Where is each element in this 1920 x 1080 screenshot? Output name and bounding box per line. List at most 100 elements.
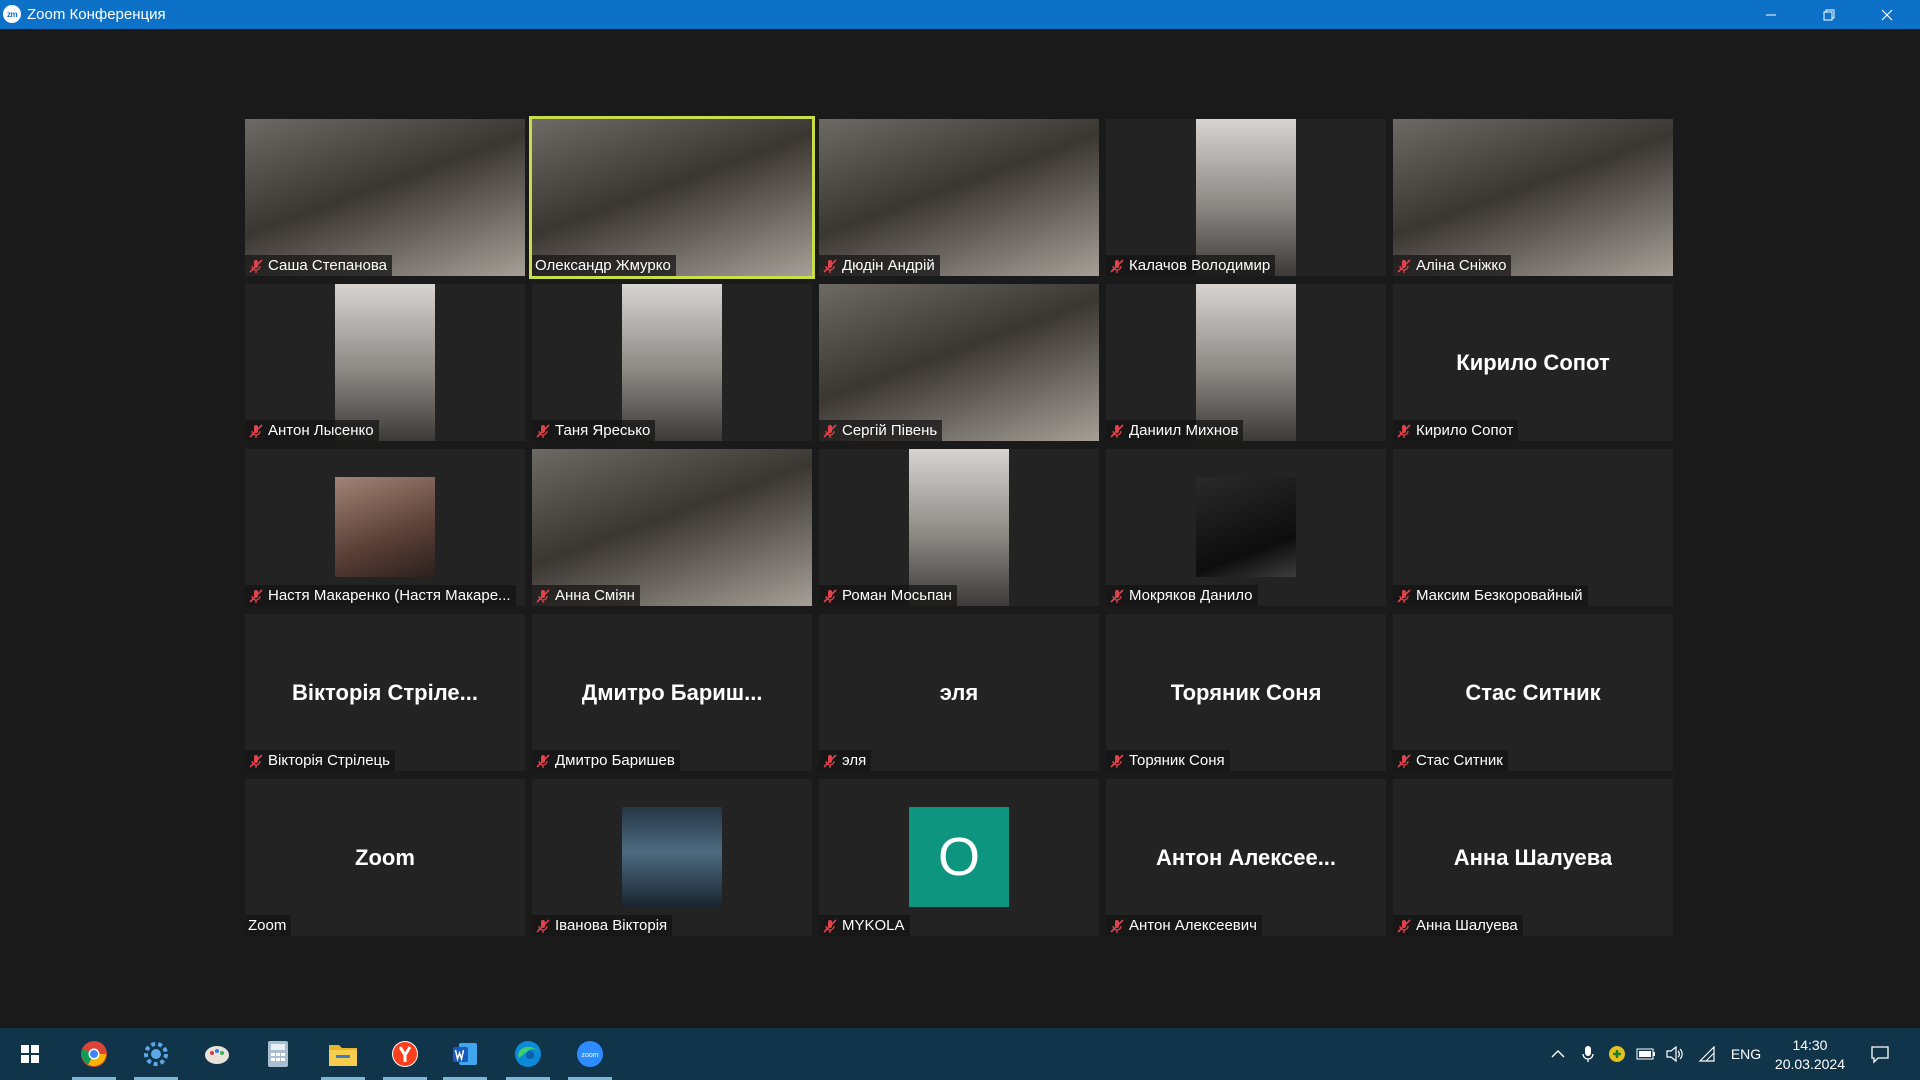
participant-name-label: Антон Алексеевич	[1106, 915, 1262, 936]
participant-display-name: Антон Алексее...	[1155, 844, 1337, 870]
calculator-taskbar-button[interactable]	[253, 1028, 303, 1080]
participant-name-label: Торяник Соня	[1106, 750, 1230, 771]
participant-tile[interactable]: Антон Алексее... Антон Алексеевич	[1106, 779, 1386, 936]
participant-tile[interactable]: Іванова Вікторія	[532, 779, 812, 936]
window-titlebar: zm Zoom Конференция	[0, 0, 1920, 29]
participant-display-name: Zoom	[355, 844, 415, 870]
participant-video	[622, 807, 722, 907]
restore-icon	[1823, 9, 1835, 20]
participant-tile[interactable]: эля эля	[819, 614, 1099, 771]
participant-video	[819, 284, 1099, 441]
participant-name: Роман Мосьпан	[842, 587, 952, 604]
file-explorer-icon	[328, 1041, 358, 1067]
participant-tile[interactable]: Дюдін Андрій	[819, 119, 1099, 276]
participant-tile[interactable]: Мокряков Данило	[1106, 449, 1386, 606]
muted-mic-icon	[536, 588, 550, 603]
participant-tile[interactable]: Анна Шалуева Анна Шалуева	[1393, 779, 1673, 936]
participant-name-label: Стас Ситник	[1393, 750, 1508, 771]
participant-tile[interactable]: Настя Макаренко (Настя Макаре...	[245, 449, 525, 606]
yandex-browser-taskbar-button[interactable]	[380, 1028, 430, 1080]
windows-taskbar: zoom ENG 14:30 20.03.2024	[0, 1028, 1920, 1080]
participant-tile[interactable]: Максим Безкоровайный	[1393, 449, 1673, 606]
wifi-tray[interactable]	[1694, 1028, 1720, 1080]
participant-tile[interactable]: Даниил Михнов	[1106, 284, 1386, 441]
file-explorer-taskbar-button[interactable]	[318, 1028, 368, 1080]
participant-name-label: Мокряков Данило	[1106, 585, 1258, 606]
participant-video	[532, 119, 812, 276]
muted-mic-icon	[823, 423, 837, 438]
microphone-tray[interactable]	[1575, 1028, 1601, 1080]
participant-tile[interactable]: Антон Лысенко	[245, 284, 525, 441]
muted-mic-icon	[1110, 258, 1124, 273]
muted-mic-icon	[1397, 753, 1411, 768]
chrome-taskbar-button[interactable]	[69, 1028, 119, 1080]
participant-tile[interactable]: Вікторія Стріле... Вікторія Стрілець	[245, 614, 525, 771]
notifications-button[interactable]	[1862, 1028, 1898, 1080]
participant-name-label: Дмитро Баришев	[532, 750, 680, 771]
muted-mic-icon	[249, 423, 263, 438]
chevron-up-icon	[1551, 1050, 1565, 1058]
language-indicator[interactable]: ENG	[1726, 1028, 1766, 1080]
participant-tile[interactable]: Саша Степанова	[245, 119, 525, 276]
muted-mic-icon	[1397, 588, 1411, 603]
participant-tile[interactable]: Роман Мосьпан	[819, 449, 1099, 606]
participant-video	[335, 284, 435, 441]
participant-name: Антон Алексеевич	[1129, 917, 1257, 934]
participant-tile[interactable]: Калачов Володимир	[1106, 119, 1386, 276]
close-button[interactable]	[1858, 0, 1916, 29]
edge-taskbar-button[interactable]	[503, 1028, 553, 1080]
participant-name-label: Аліна Сніжко	[1393, 255, 1512, 276]
participant-name-label: Калачов Володимир	[1106, 255, 1276, 276]
participant-tile[interactable]: Кирило Сопот Кирило Сопот	[1393, 284, 1673, 441]
battery-tray[interactable]	[1633, 1028, 1659, 1080]
participant-tile[interactable]: Аліна Сніжко	[1393, 119, 1673, 276]
volume-icon	[1666, 1046, 1683, 1062]
participant-tile[interactable]: Стас Ситник Стас Ситник	[1393, 614, 1673, 771]
zoom-taskbar-button[interactable]: zoom	[565, 1028, 615, 1080]
chrome-icon	[80, 1040, 108, 1068]
paint-icon	[203, 1040, 231, 1068]
participant-tile[interactable]: Олександр Жмурко	[529, 116, 815, 279]
show-hidden-icons-button[interactable]	[1545, 1028, 1571, 1080]
wifi-icon	[1698, 1046, 1715, 1062]
participant-tile[interactable]: Торяник Соня Торяник Соня	[1106, 614, 1386, 771]
participant-name-label: Сергій Півень	[819, 420, 943, 441]
participant-name-label: Кирило Сопот	[1393, 420, 1519, 441]
participant-name-label: Іванова Вікторія	[532, 915, 673, 936]
participant-tile[interactable]: Анна Сміян	[532, 449, 812, 606]
participant-name-label: Антон Лысенко	[245, 420, 379, 441]
participant-name-label: Максим Безкоровайный	[1393, 585, 1588, 606]
microphone-icon	[1582, 1046, 1594, 1062]
word-taskbar-button[interactable]	[440, 1028, 490, 1080]
clock-date: 20.03.2024	[1774, 1056, 1845, 1072]
participant-name: Антон Лысенко	[268, 422, 374, 439]
participant-name-label: MYKOLA	[819, 915, 910, 936]
paint-taskbar-button[interactable]	[192, 1028, 242, 1080]
participant-name: Саша Степанова	[268, 257, 387, 274]
restore-button[interactable]	[1800, 0, 1858, 29]
vpn-tray[interactable]	[1604, 1028, 1630, 1080]
clock-time: 14:30	[1792, 1037, 1828, 1053]
muted-mic-icon	[823, 588, 837, 603]
muted-mic-icon	[1110, 918, 1124, 933]
participant-video	[1393, 119, 1673, 276]
muted-mic-icon	[536, 423, 550, 438]
muted-mic-icon	[823, 258, 837, 273]
participant-tile[interactable]: Сергій Півень	[819, 284, 1099, 441]
participant-tile[interactable]: Zoom Zoom	[245, 779, 525, 936]
yandex-browser-icon	[391, 1040, 419, 1068]
participant-tile[interactable]: Таня Яресько	[532, 284, 812, 441]
participant-name: Вікторія Стрілець	[268, 752, 390, 769]
start-taskbar-button[interactable]	[5, 1028, 55, 1080]
participant-name: Стас Ситник	[1416, 752, 1503, 769]
participant-video	[1196, 284, 1296, 441]
participant-tile[interactable]: Дмитро Бариш... Дмитро Баришев	[532, 614, 812, 771]
participant-tile[interactable]: O MYKOLA	[819, 779, 1099, 936]
volume-tray[interactable]	[1662, 1028, 1688, 1080]
clock[interactable]: 14:30 20.03.2024	[1775, 1036, 1845, 1074]
settings-taskbar-button[interactable]	[131, 1028, 181, 1080]
minimize-button[interactable]	[1742, 0, 1800, 29]
participant-name-label: эля	[819, 750, 872, 771]
participant-display-name: Кирило Сопот	[1456, 349, 1610, 375]
muted-mic-icon	[1397, 423, 1411, 438]
